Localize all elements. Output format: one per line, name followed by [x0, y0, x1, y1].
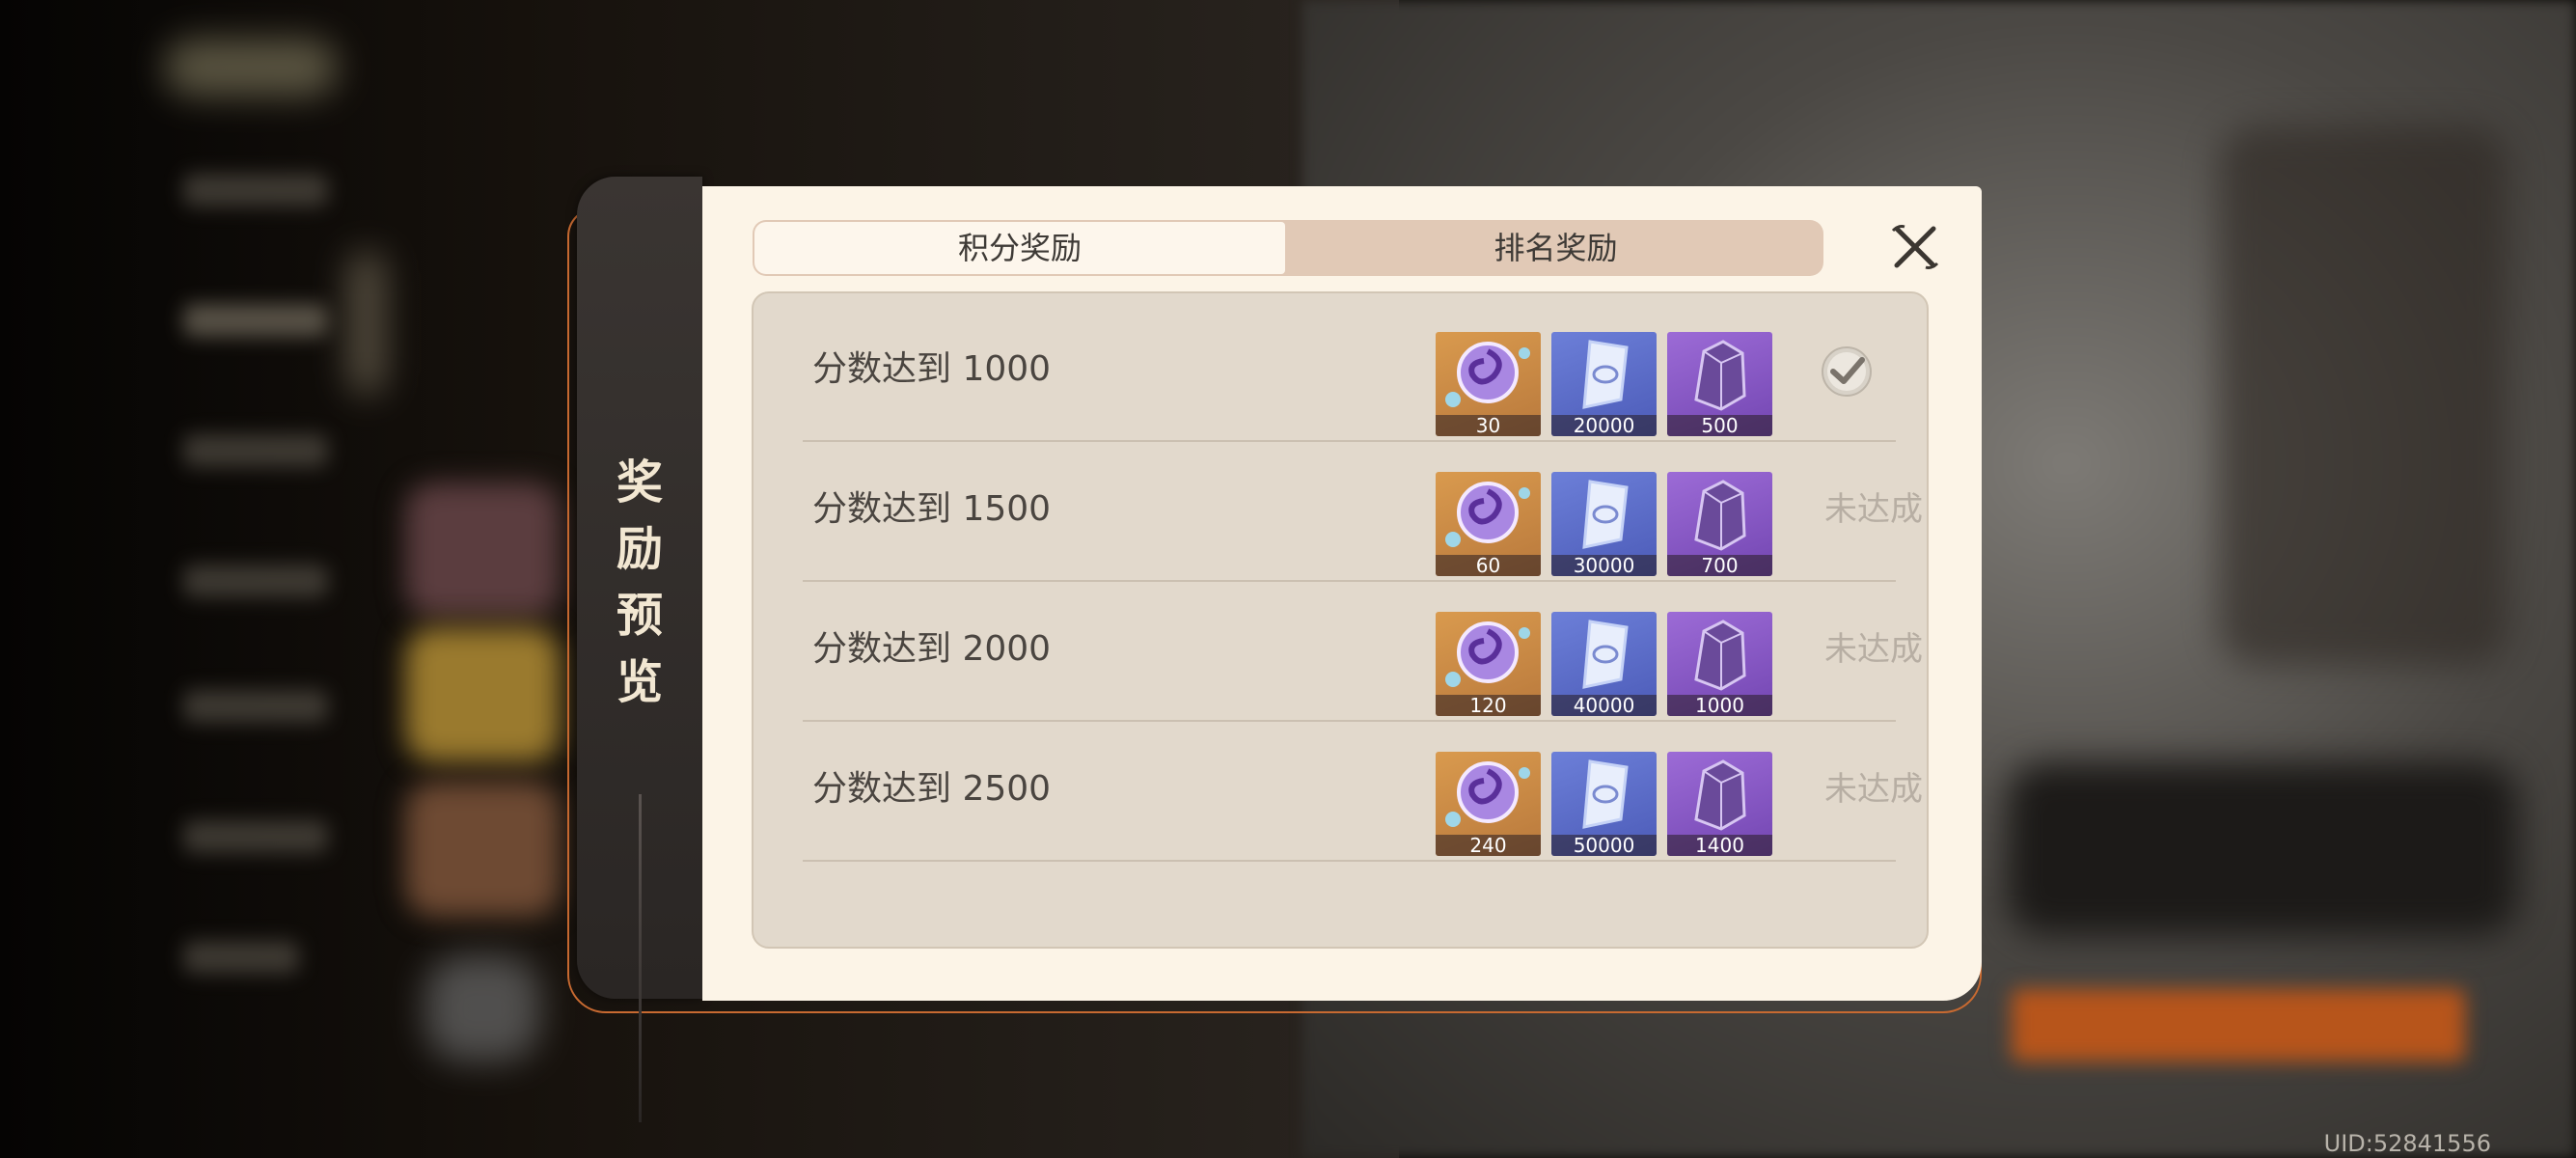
tab-bar: 积分奖励 排名奖励	[753, 220, 1823, 276]
side-title: 奖 励 预 览	[577, 450, 702, 716]
crystal-shard-icon	[1582, 759, 1629, 829]
uid-label: UID:52841556	[2323, 1130, 2491, 1157]
blurred-shape	[2007, 762, 2518, 936]
blurred-card	[405, 782, 560, 917]
reward-item[interactable]: 60	[1436, 472, 1541, 576]
row-label: 分数达到 1500	[812, 489, 1052, 529]
reward-row: 分数达到 2500 240 50000 1400 未达成	[803, 721, 1923, 862]
primogem-swirl-icon	[1445, 761, 1530, 827]
item-count: 1000	[1667, 695, 1772, 716]
item-count: 1400	[1667, 835, 1772, 856]
decorative-line	[639, 794, 642, 1122]
blurred-menu-item	[183, 690, 328, 723]
claimed-status	[1820, 345, 1874, 402]
reward-row: 分数达到 1500 60 30000 700 未达成	[803, 441, 1923, 582]
item-count: 50000	[1551, 835, 1657, 856]
reward-row: 分数达到 1000 30 20000 500	[803, 301, 1896, 442]
blurred-menu-item	[183, 941, 299, 974]
side-title-tab: 奖 励 预 览	[577, 177, 702, 1122]
reward-item[interactable]: 1400	[1667, 752, 1772, 856]
blurred-menu-item	[183, 304, 328, 337]
purple-ore-icon	[1694, 340, 1746, 411]
tab-rank-reward[interactable]: 排名奖励	[1288, 220, 1823, 276]
reward-item[interactable]: 500	[1667, 332, 1772, 436]
item-count: 30	[1436, 415, 1541, 436]
item-count: 60	[1436, 555, 1541, 576]
reward-item[interactable]: 40000	[1551, 612, 1657, 716]
side-title-char: 励	[616, 522, 663, 576]
status-text: 未达成	[1824, 490, 1923, 529]
blurred-menu-item	[183, 820, 328, 853]
side-title-char: 奖	[616, 455, 663, 510]
item-count: 700	[1667, 555, 1772, 576]
blurred-scroll	[347, 251, 386, 396]
blurred-menu-item	[183, 434, 328, 467]
primogem-swirl-icon	[1445, 621, 1530, 687]
blurred-menu-item	[183, 565, 328, 597]
blurred-action-button	[2012, 989, 2465, 1062]
item-count: 120	[1436, 695, 1541, 716]
crystal-shard-icon	[1582, 620, 1629, 689]
reward-item[interactable]: 240	[1436, 752, 1541, 856]
item-count: 240	[1436, 835, 1541, 856]
crystal-shard-icon	[1582, 480, 1629, 549]
blurred-card	[425, 955, 540, 1062]
row-label: 分数达到 2000	[812, 629, 1052, 669]
reward-row: 分数达到 2000 120 40000 1000 未达成	[803, 581, 1923, 722]
reward-item[interactable]: 700	[1667, 472, 1772, 576]
crystal-shard-icon	[1582, 340, 1629, 409]
reward-item[interactable]: 50000	[1551, 752, 1657, 856]
side-title-char: 览	[616, 655, 663, 709]
reward-item[interactable]: 120	[1436, 612, 1541, 716]
primogem-swirl-icon	[1445, 342, 1530, 407]
reward-item[interactable]: 30	[1436, 332, 1541, 436]
primogem-swirl-icon	[1445, 482, 1530, 547]
item-count: 500	[1667, 415, 1772, 436]
checkmark-icon	[1822, 346, 1872, 397]
reward-item[interactable]: 30000	[1551, 472, 1657, 576]
row-label: 分数达到 1000	[812, 349, 1052, 389]
row-label: 分数达到 2500	[812, 769, 1052, 809]
purple-ore-icon	[1694, 480, 1746, 551]
reward-item[interactable]: 20000	[1551, 332, 1657, 436]
purple-ore-icon	[1694, 620, 1746, 691]
blurred-menu-item	[183, 174, 328, 207]
status-text: 未达成	[1824, 630, 1923, 669]
item-count: 20000	[1551, 415, 1657, 436]
close-button[interactable]	[1885, 217, 1945, 277]
blurred-card	[405, 627, 560, 762]
close-icon	[1891, 225, 1939, 269]
blurred-tree	[2219, 125, 2508, 666]
status-text: 未达成	[1824, 770, 1923, 809]
item-count: 40000	[1551, 695, 1657, 716]
side-title-char: 预	[616, 589, 663, 643]
reward-item[interactable]: 1000	[1667, 612, 1772, 716]
purple-ore-icon	[1694, 759, 1746, 831]
blurred-logo	[164, 39, 338, 96]
tab-points-reward[interactable]: 积分奖励	[754, 222, 1285, 274]
item-count: 30000	[1551, 555, 1657, 576]
blurred-card	[405, 482, 560, 618]
